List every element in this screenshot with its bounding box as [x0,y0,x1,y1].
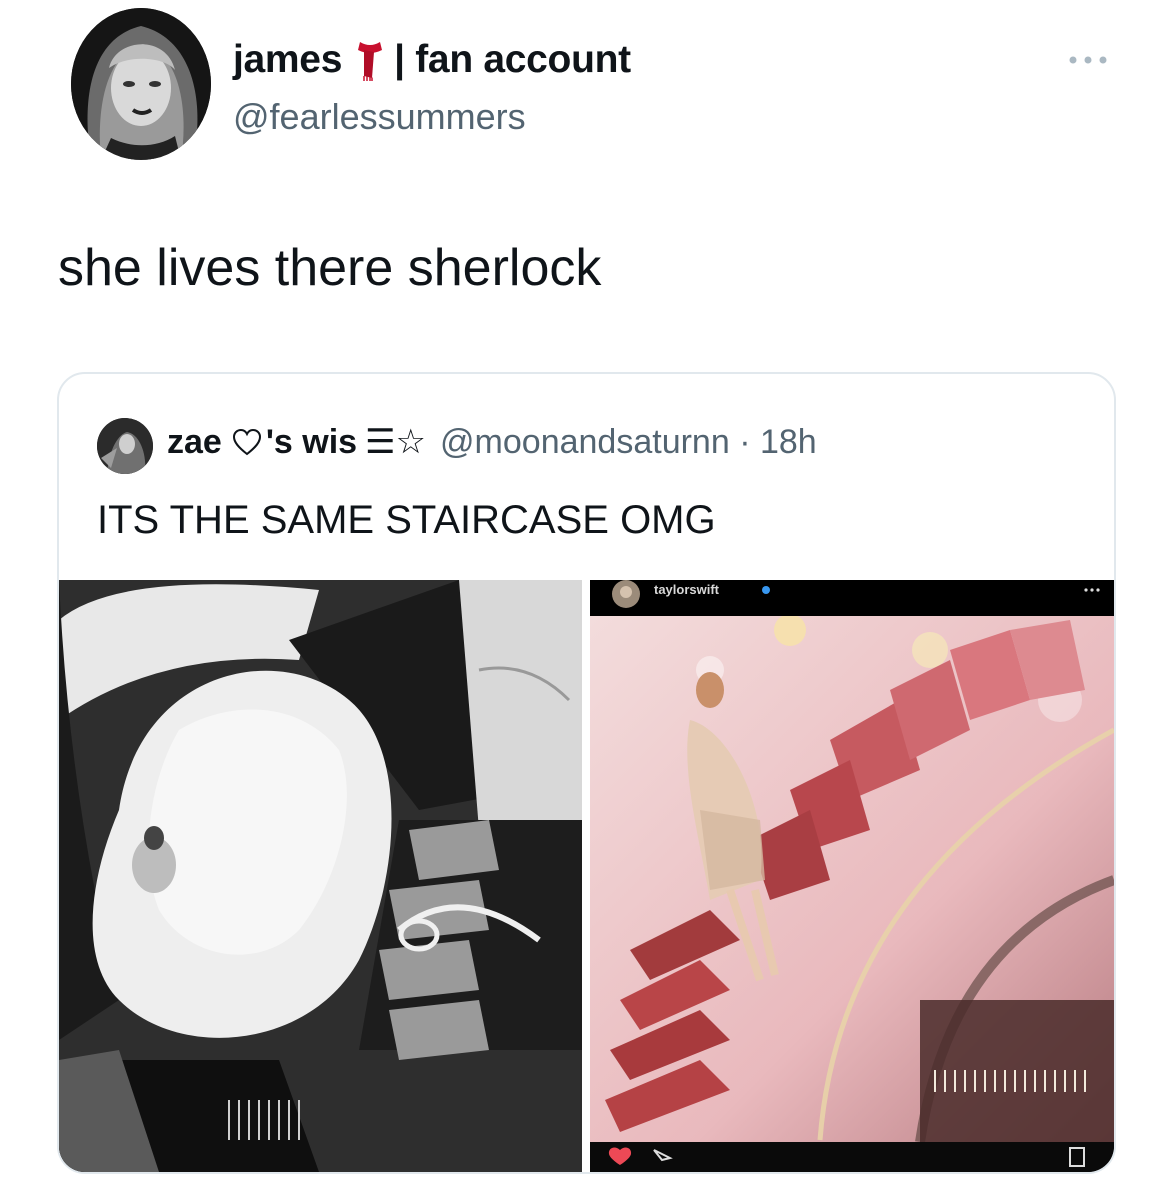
quoted-author-name[interactable]: zae [167,423,222,462]
quoted-tweet-card[interactable]: zae 's wis ☰☆ @moonandsaturnn · 18h ITS … [57,372,1116,1174]
quoted-tweet-header: zae 's wis ☰☆ @moonandsaturnn · 18h [167,422,817,462]
heart-outline-icon [232,428,262,456]
scarf-icon [352,38,388,82]
quoted-tweet-text: ITS THE SAME STAIRCASE OMG [97,498,716,542]
author-name-suffix: | fan account [394,38,631,81]
instagram-screenshot-photo[interactable]: taylorswift [590,580,1114,1172]
quoted-author-handle-time[interactable]: @moonandsaturnn · 18h [440,423,817,462]
more-options-icon[interactable] [1063,50,1113,70]
quoted-author-name-rest: 's wis [265,422,358,461]
instagram-header: taylorswift [590,580,1114,616]
author-name-prefix: james [233,38,343,81]
tweet-text: she lives there sherlock [58,239,602,297]
author-handle[interactable]: @fearlessummers [233,96,526,138]
author-avatar[interactable] [71,8,211,160]
quoted-author-avatar[interactable] [97,418,153,474]
author-display-name[interactable]: james | fan account [233,38,631,82]
staircase-photo-bw[interactable] [59,580,582,1172]
instagram-username: taylorswift [654,582,720,597]
quoted-author-name-symbols: ☰☆ [365,423,427,461]
